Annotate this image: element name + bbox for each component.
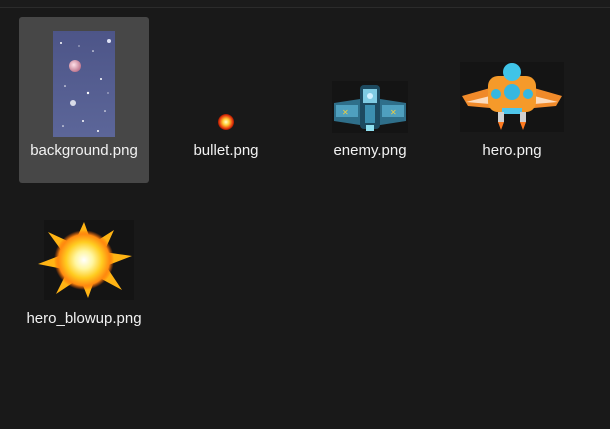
hero-thumbnail-icon (447, 17, 577, 137)
file-item-hero-blowup[interactable]: hero_blowup.png (19, 185, 149, 351)
svg-text:✕: ✕ (342, 108, 349, 117)
bullet-thumbnail-icon (161, 17, 291, 137)
hero-blowup-thumbnail-icon (19, 185, 149, 305)
file-name-label: bullet.png (193, 142, 259, 159)
file-name-label: enemy.png (333, 142, 407, 159)
file-grid: background.png bullet.png ✕ ✕ enemy.png … (0, 0, 610, 429)
enemy-thumbnail-icon: ✕ ✕ (305, 17, 435, 137)
file-name-label: hero_blowup.png (26, 310, 142, 327)
file-name-label: hero.png (482, 142, 542, 159)
background-thumbnail-icon (19, 17, 149, 137)
file-item-enemy[interactable]: ✕ ✕ enemy.png (305, 17, 435, 183)
file-item-bullet[interactable]: bullet.png (161, 17, 291, 183)
svg-text:✕: ✕ (390, 108, 397, 117)
file-item-background[interactable]: background.png (19, 17, 149, 183)
file-item-hero[interactable]: hero.png (447, 17, 577, 183)
file-name-label: background.png (30, 142, 138, 159)
